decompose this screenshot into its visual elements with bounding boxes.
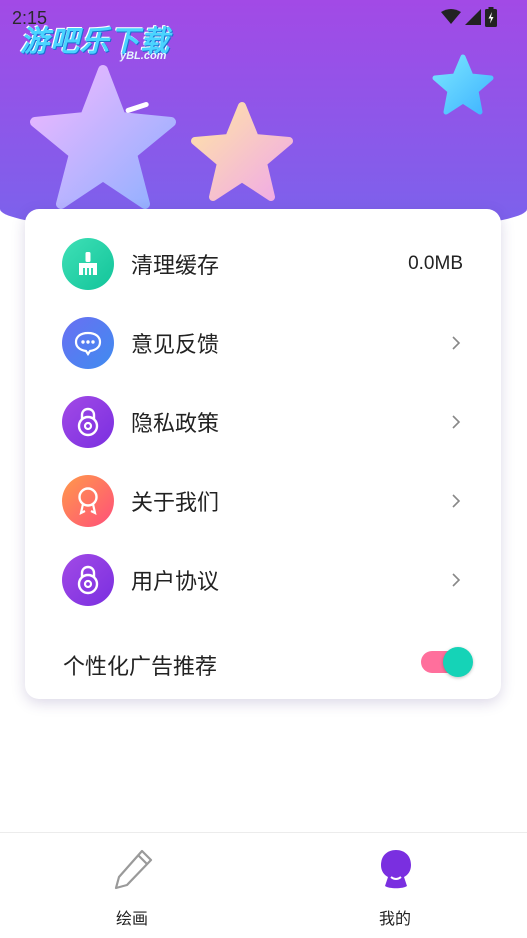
chevron-right-icon [452, 573, 461, 587]
menu-item-label: 隐私政策 [131, 412, 220, 437]
star-decoration-medium [191, 102, 293, 201]
status-icons [441, 7, 497, 27]
menu-item-label: 意见反馈 [131, 333, 220, 358]
bottom-tab-bar: 绘画 我的 [0, 832, 527, 938]
profile-icon [381, 850, 411, 889]
star-decoration-large [30, 65, 176, 209]
menu-item-feedback[interactable]: 意见反馈 [25, 308, 501, 378]
signal-icon [465, 9, 481, 25]
ad-toggle-label: 个性化广告推荐 [63, 655, 218, 680]
toggle-knob [443, 647, 473, 677]
settings-card: 清理缓存 0.0MB 意见反馈 隐私政策 关于我们 用户协议 个性化广告推荐 [25, 209, 501, 699]
menu-item-privacy-policy[interactable]: 隐私政策 [25, 387, 501, 457]
broom-icon [62, 238, 114, 290]
cache-size-value: 0.0MB [408, 253, 463, 274]
chat-bubble-icon [62, 317, 114, 369]
lock-icon [62, 554, 114, 606]
menu-item-clear-cache[interactable]: 清理缓存 0.0MB [25, 229, 501, 299]
status-time: 2:15 [12, 8, 48, 28]
header-banner: 游吧乐下载 yBL.com 2:15 [0, 0, 527, 235]
menu-item-about-us[interactable]: 关于我们 [25, 466, 501, 536]
ad-toggle-switch[interactable] [421, 647, 473, 677]
tab-drawing[interactable]: 绘画 [62, 833, 202, 938]
wifi-icon [441, 9, 461, 24]
lock-icon [62, 396, 114, 448]
pencil-icon [114, 849, 153, 890]
chevron-right-icon [452, 494, 461, 508]
tab-mine[interactable]: 我的 [325, 833, 465, 938]
menu-item-user-agreement[interactable]: 用户协议 [25, 545, 501, 615]
menu-item-label: 关于我们 [131, 491, 220, 516]
chevron-right-icon [452, 336, 461, 350]
tab-label: 绘画 [115, 909, 148, 928]
star-decoration-small [432, 54, 494, 115]
battery-icon [485, 7, 497, 27]
watermark-subtitle: yBL.com [120, 50, 167, 62]
tab-label: 我的 [378, 909, 411, 928]
badge-icon [62, 475, 114, 527]
menu-item-label: 用户协议 [131, 570, 220, 595]
chevron-right-icon [452, 415, 461, 429]
menu-item-label: 清理缓存 [131, 254, 220, 279]
